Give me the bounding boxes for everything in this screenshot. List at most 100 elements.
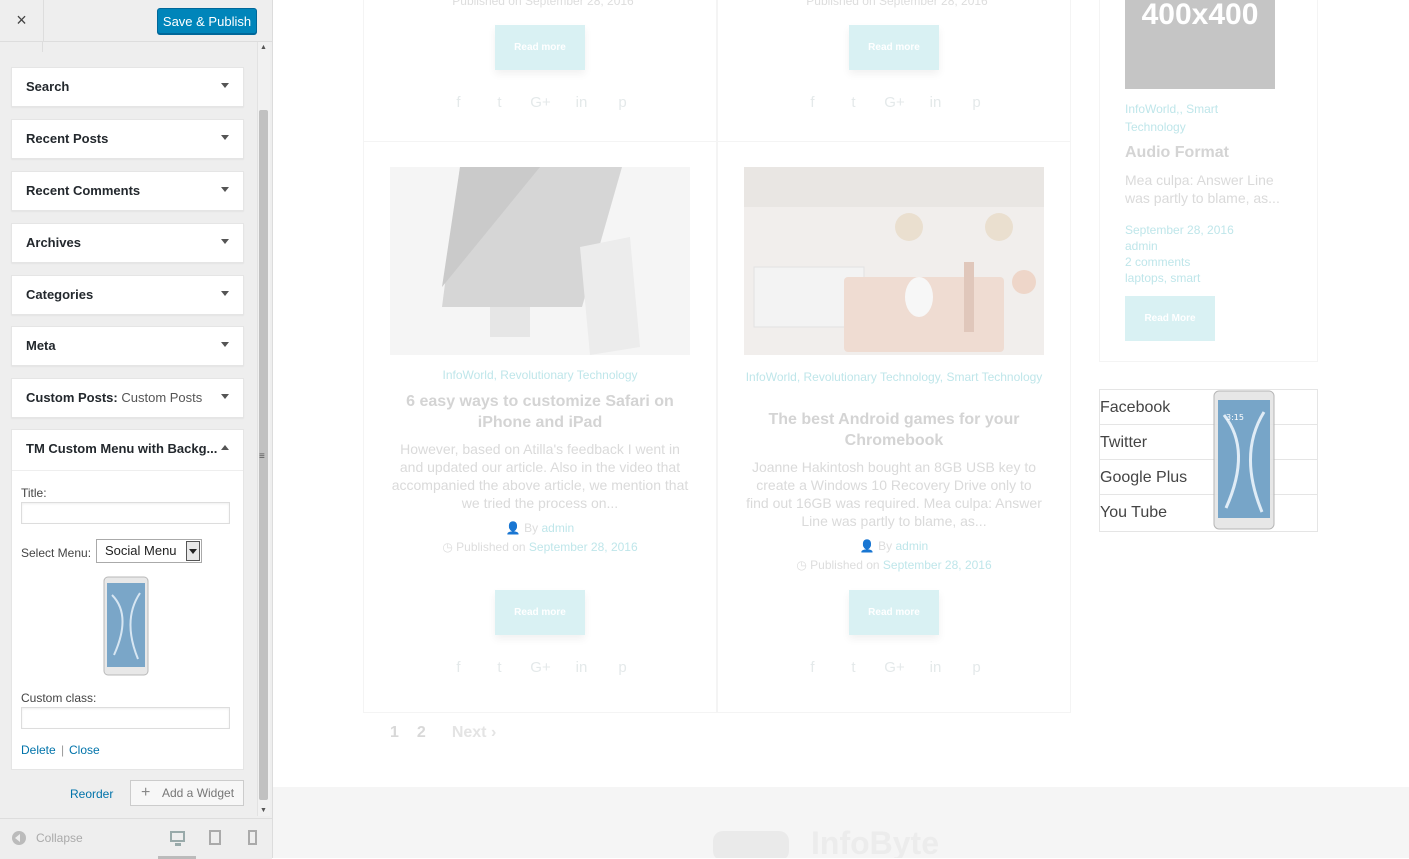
expand-arrow-icon[interactable] [221,342,229,347]
menu-item-facebook[interactable]: Facebook [1100,390,1317,425]
add-widget-button[interactable]: + Add a Widget [130,780,244,806]
post-title[interactable]: 6 easy ways to customize Safari on iPhon… [390,391,690,433]
custom-class-label: Custom class: [21,691,97,705]
widget-meta[interactable]: Meta [11,326,244,366]
reorder-link[interactable]: Reorder [70,787,113,801]
resize-handle-icon[interactable]: ≡ [259,451,265,462]
widget-recent-posts[interactable]: Recent Posts [11,119,244,159]
expand-arrow-icon[interactable] [221,135,229,140]
twitter-icon[interactable]: t [833,94,874,111]
pagination: 1 2 Next › [390,724,514,742]
linkedin-icon[interactable]: in [561,659,602,676]
menu-item-google-plus[interactable]: Google Plus [1100,460,1317,495]
select-menu-dropdown[interactable]: Social Menu [96,539,202,563]
delete-link[interactable]: Delete [21,743,56,757]
pinterest-icon[interactable]: p [956,659,997,676]
site-preview[interactable]: Published on September 28, 2016 Publishe… [273,0,1409,858]
post-image-imac[interactable] [390,167,690,355]
google-plus-icon[interactable]: G+ [520,659,561,676]
page-1-link[interactable]: 1 [390,724,399,741]
post-categories: InfoWorld, Revolutionary Technology, Sma… [745,370,1043,384]
widget-title: Custom Posts: Custom Posts [26,390,203,405]
post-categories: InfoWorld, Revolutionary Technology [442,368,638,382]
twitter-icon[interactable]: t [479,659,520,676]
read-more-button[interactable]: Read more [849,590,939,635]
expand-arrow-icon[interactable] [221,187,229,192]
widget-recent-comments[interactable]: Recent Comments [11,171,244,211]
google-plus-icon[interactable]: G+ [874,659,915,676]
page-2-link[interactable]: 2 [417,724,426,741]
post-excerpt: Mea culpa: Answer Line was partly to bla… [1125,172,1280,206]
widget-header[interactable]: TM Custom Menu with Backg... [12,430,243,471]
widget-custom-posts[interactable]: Custom Posts: Custom Posts [11,378,244,418]
widget-title: Categories [26,287,94,302]
collapse-arrow-icon[interactable] [221,445,229,450]
post-tags[interactable]: laptops, smart [1125,270,1234,286]
title-label: Title: [21,486,47,500]
custom-class-input[interactable] [21,707,230,729]
site-logo[interactable]: InfoByte [713,825,939,858]
pinterest-icon[interactable]: p [602,94,643,111]
facebook-icon[interactable]: f [438,94,479,111]
read-more-button[interactable]: Read More [1125,296,1215,341]
post-categories[interactable]: InfoWorld,, Smart Technology [1125,100,1275,136]
custom-menu-widget: Facebook Twitter Google Plus You Tube 3:… [1099,389,1318,532]
pinterest-icon[interactable]: p [602,659,643,676]
collapse-button[interactable]: Collapse [36,831,83,845]
post-author[interactable]: admin [1125,238,1234,254]
expand-arrow-icon[interactable] [221,83,229,88]
close-link[interactable]: Close [69,743,100,757]
post-comments[interactable]: 2 comments [1125,254,1234,270]
sidebar-scrollbar[interactable]: ▲ ▼ [257,42,270,816]
title-input[interactable] [21,502,230,524]
post-date: Published on September 28, 2016 [452,0,634,8]
add-widget-label: Add a Widget [162,786,235,800]
widget-search[interactable]: Search [11,67,244,107]
menu-item-twitter[interactable]: Twitter [1100,425,1317,460]
desktop-preview-icon[interactable] [170,831,185,846]
expand-arrow-icon[interactable] [221,394,229,399]
post-thumbnail-placeholder[interactable]: 400x400 [1125,0,1275,89]
widget-title: Recent Posts [26,131,109,146]
widget-title: Recent Comments [26,183,141,198]
read-more-button[interactable]: Read more [495,25,585,70]
facebook-icon[interactable]: f [438,659,479,676]
scroll-up-arrow-icon[interactable]: ▲ [260,44,267,51]
close-customizer-button[interactable]: × [0,0,44,41]
share-icons: f t G+ in p [792,659,997,676]
mobile-preview-icon[interactable] [248,830,257,845]
dropdown-arrow-icon[interactable] [186,541,200,561]
widget-title: TM Custom Menu with Backg... [26,441,218,456]
pinterest-icon[interactable]: p [956,94,997,111]
linkedin-icon[interactable]: in [561,94,602,111]
scroll-down-arrow-icon[interactable]: ▼ [260,807,267,814]
twitter-icon[interactable]: t [479,94,520,111]
linkedin-icon[interactable]: in [915,94,956,111]
widget-categories[interactable]: Categories [11,275,244,315]
post-excerpt: However, based on Atilla's feedback I we… [391,441,689,511]
post-date: Published on September 28, 2016 [806,0,988,8]
post-title[interactable]: Audio Format [1125,144,1229,162]
read-more-button[interactable]: Read more [495,590,585,635]
tablet-preview-icon[interactable] [209,830,221,845]
google-plus-icon[interactable]: G+ [874,94,915,111]
twitter-icon[interactable]: t [833,659,874,676]
expand-arrow-icon[interactable] [221,291,229,296]
share-icons: f t G+ in p [438,659,643,676]
post-title[interactable]: The best Android games for your Chromebo… [744,409,1044,451]
post-date[interactable]: September 28, 2016 [1125,222,1234,238]
menu-item-youtube[interactable]: You Tube [1100,495,1317,530]
post-image-desk[interactable] [744,167,1044,355]
expand-arrow-icon[interactable] [221,239,229,244]
facebook-icon[interactable]: f [792,659,833,676]
linkedin-icon[interactable]: in [915,659,956,676]
save-publish-button[interactable]: Save & Publish [157,8,257,34]
next-page-link[interactable]: Next › [452,724,496,741]
logo-mark-icon [713,830,789,858]
widget-archives[interactable]: Archives [11,223,244,263]
google-plus-icon[interactable]: G+ [520,94,561,111]
read-more-button[interactable]: Read more [849,25,939,70]
facebook-icon[interactable]: f [792,94,833,111]
widget-title: Archives [26,235,81,250]
collapse-arrow-icon[interactable] [12,831,26,845]
